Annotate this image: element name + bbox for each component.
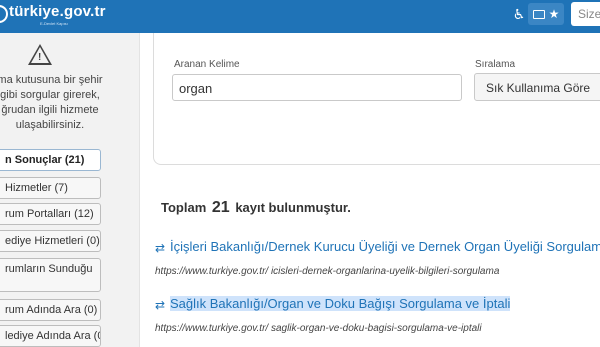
top-header: türkiye.gov.tr E-Devlet Kapısı ♿ ▼ ★ Siz… xyxy=(0,0,600,33)
facet-institution-provided[interactable]: rumların Sunduğu xyxy=(0,258,101,292)
sort-select[interactable]: Sık Kullanıma Göre xyxy=(474,73,600,101)
id-card-icon xyxy=(532,9,545,19)
facet-search-municipality-name[interactable]: lediye Adında Ara (0) xyxy=(0,325,101,347)
refresh-arrows-icon: ⇄ xyxy=(155,241,166,255)
result-title-link[interactable]: İçişleri Bakanlığı/Dernek Kurucu Üyeliği… xyxy=(170,239,600,254)
results-total: Toplam 21 kayıt bulunmuştur. xyxy=(161,199,351,217)
total-count: 21 xyxy=(211,199,230,216)
facet-municipality-services[interactable]: ediye Hizmetleri (0) xyxy=(0,230,101,252)
result-title-link[interactable]: Sağlık Bakanlığı/Organ ve Doku Bağışı So… xyxy=(170,296,511,311)
logo-subtitle: E-Devlet Kapısı xyxy=(40,21,68,26)
facet-services[interactable]: Hizmetler (7) xyxy=(0,177,101,199)
total-suffix: kayıt bulunmuştur. xyxy=(235,200,351,215)
facet-institution-portals[interactable]: rum Portalları (12) xyxy=(0,203,101,225)
header-search-input[interactable]: Size xyxy=(571,2,600,26)
result-url: https://www.turkiye.gov.tr/ saglik-organ… xyxy=(155,323,482,334)
tools-button[interactable]: ★ xyxy=(528,3,564,25)
sidebar-hint-text: ma kutusuna bir şehir gibi sorgular gire… xyxy=(0,74,103,131)
facet-search-institution-name[interactable]: rum Adında Ara (0) xyxy=(0,299,101,321)
logo-text: türkiye.gov.tr xyxy=(9,3,106,20)
warning-exclamation: ! xyxy=(38,52,42,63)
logo-mark-icon xyxy=(0,5,8,23)
refresh-arrows-icon: ⇄ xyxy=(155,298,166,312)
keyword-label: Aranan Kelime xyxy=(174,59,240,70)
keyword-input[interactable]: organ xyxy=(172,74,462,101)
wheelchair-icon: ♿ xyxy=(512,5,526,22)
result-url: https://www.turkiye.gov.tr/ icisleri-der… xyxy=(155,266,500,277)
star-icon: ★ xyxy=(548,7,560,21)
total-prefix: Toplam xyxy=(161,200,207,215)
sort-label: Sıralama xyxy=(475,59,516,70)
facet-all-results[interactable]: n Sonuçlar (21) xyxy=(0,149,101,171)
